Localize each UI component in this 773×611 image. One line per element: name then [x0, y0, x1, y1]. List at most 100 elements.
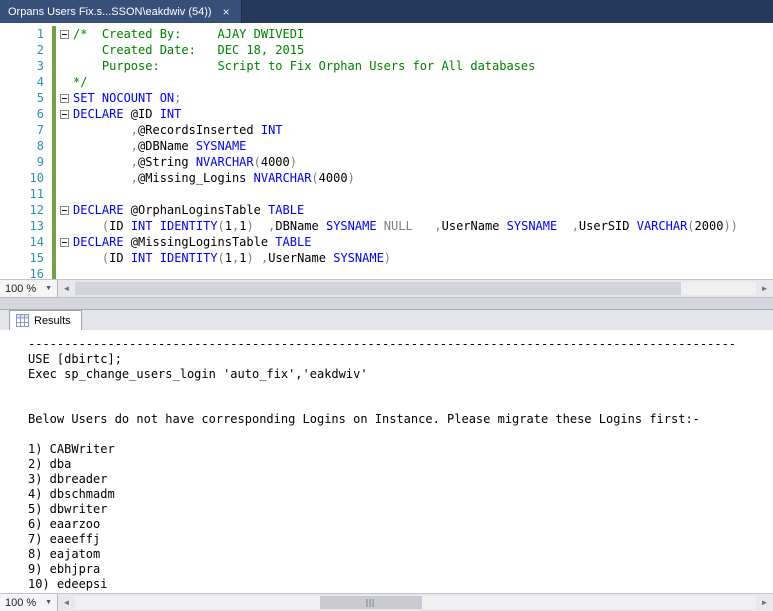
line-number: 8: [0, 138, 48, 154]
code-text: ,@Missing_Logins NVARCHAR(4000): [73, 170, 355, 186]
results-line: [28, 382, 773, 397]
code-text: */: [73, 74, 87, 90]
results-output: ----------------------------------------…: [28, 337, 773, 592]
code-line[interactable]: 16: [0, 266, 773, 279]
results-line: 7) eaeeffj: [28, 532, 773, 547]
tab-results-label: Results: [34, 315, 71, 327]
change-tracking-bar: [52, 122, 56, 138]
fold-collapse-icon[interactable]: [60, 206, 69, 215]
editor-scrollbar-row: 100 % ▼ ◄ ►: [0, 279, 773, 297]
code-text: ,@DBName SYSNAME: [73, 138, 246, 154]
change-tracking-bar: [52, 186, 56, 202]
results-line: [28, 397, 773, 412]
line-number: 7: [0, 122, 48, 138]
fold-collapse-icon[interactable]: [60, 110, 69, 119]
results-line: USE [dbirtc];: [28, 352, 773, 367]
fold-column: [56, 94, 73, 103]
editor-hscroll-track[interactable]: [75, 282, 756, 295]
results-hscroll-track[interactable]: [75, 596, 756, 609]
results-line: 4) dbschmadm: [28, 487, 773, 502]
scroll-left-button[interactable]: ◄: [58, 594, 75, 611]
chevron-down-icon: ▼: [45, 599, 52, 606]
line-number: 6: [0, 106, 48, 122]
close-icon[interactable]: ×: [221, 6, 232, 18]
tab-results[interactable]: Results: [9, 310, 82, 330]
code-line[interactable]: 11: [0, 186, 773, 202]
results-line: 5) dbwriter: [28, 502, 773, 517]
fold-collapse-icon[interactable]: [60, 30, 69, 39]
line-number: 15: [0, 250, 48, 266]
results-line: 1) CABWriter: [28, 442, 773, 457]
line-number: 4: [0, 74, 48, 90]
code-text: DECLARE @ID INT: [73, 106, 181, 122]
pane-splitter[interactable]: [0, 297, 773, 309]
fold-collapse-icon[interactable]: [60, 94, 69, 103]
code-text: SET NOCOUNT ON;: [73, 90, 181, 106]
results-tabstrip: Results: [0, 309, 773, 330]
scroll-right-icon: ►: [761, 284, 769, 293]
code-text: DECLARE @MissingLoginsTable TABLE: [73, 234, 311, 250]
code-line[interactable]: 13 (ID INT IDENTITY(1,1) ,DBName SYSNAME…: [0, 218, 773, 234]
code-line[interactable]: 10 ,@Missing_Logins NVARCHAR(4000): [0, 170, 773, 186]
code-line[interactable]: 5SET NOCOUNT ON;: [0, 90, 773, 106]
change-tracking-bar: [52, 154, 56, 170]
scroll-right-icon: ►: [761, 598, 769, 607]
code-text: DECLARE @OrphanLoginsTable TABLE: [73, 202, 304, 218]
change-tracking-bar: [52, 42, 56, 58]
change-tracking-bar: [52, 266, 56, 279]
change-tracking-bar: [52, 218, 56, 234]
code-line[interactable]: 1/* Created By: AJAY DWIVEDI: [0, 26, 773, 42]
editor-hscroll-thumb[interactable]: [75, 282, 681, 295]
code-text: Purpose: Script to Fix Orphan Users for …: [73, 58, 535, 74]
line-number: 14: [0, 234, 48, 250]
results-scrollbar-row: 100 % ▼ ◄ ►: [0, 593, 773, 611]
fold-column: [56, 30, 73, 39]
code-line[interactable]: 7 ,@RecordsInserted INT: [0, 122, 773, 138]
results-line: [28, 427, 773, 442]
document-tabbar: Orpans Users Fix.s...SSON\eakdwiv (54)) …: [0, 0, 773, 23]
editor-zoom-value: 100 %: [5, 283, 36, 295]
code-text: /* Created By: AJAY DWIVEDI: [73, 26, 304, 42]
results-pane[interactable]: ----------------------------------------…: [0, 330, 773, 593]
line-number: 12: [0, 202, 48, 218]
results-grid-icon: [16, 314, 29, 327]
code-line[interactable]: 14 DECLARE @MissingLoginsTable TABLE: [0, 234, 773, 250]
code-line[interactable]: 15 (ID INT IDENTITY(1,1) ,UserName SYSNA…: [0, 250, 773, 266]
document-tab[interactable]: Orpans Users Fix.s...SSON\eakdwiv (54)) …: [0, 0, 242, 23]
code-text: (ID INT IDENTITY(1,1) ,DBName SYSNAME NU…: [73, 218, 738, 234]
change-tracking-bar: [52, 74, 56, 90]
chevron-down-icon: ▼: [45, 285, 52, 292]
scroll-right-button[interactable]: ►: [756, 280, 773, 297]
editor-zoom-select[interactable]: 100 % ▼: [0, 280, 58, 297]
results-line: 8) eajatom: [28, 547, 773, 562]
scroll-left-button[interactable]: ◄: [58, 280, 75, 297]
fold-column: [56, 238, 73, 247]
code-line[interactable]: 8 ,@DBName SYSNAME: [0, 138, 773, 154]
scroll-right-button[interactable]: ►: [756, 594, 773, 611]
line-number: 9: [0, 154, 48, 170]
fold-column: [56, 110, 73, 119]
results-line: 2) dba: [28, 457, 773, 472]
code-editor[interactable]: 1/* Created By: AJAY DWIVEDI2 Created Da…: [0, 23, 773, 279]
results-zoom-value: 100 %: [5, 597, 36, 609]
code-line[interactable]: 9 ,@String NVARCHAR(4000): [0, 154, 773, 170]
fold-collapse-icon[interactable]: [60, 238, 69, 247]
ssms-window: Orpans Users Fix.s...SSON\eakdwiv (54)) …: [0, 0, 773, 611]
results-zoom-select[interactable]: 100 % ▼: [0, 594, 58, 611]
document-tab-title: Orpans Users Fix.s...SSON\eakdwiv (54)): [8, 6, 212, 18]
results-hscroll-thumb[interactable]: [320, 596, 422, 609]
code-line[interactable]: 3 Purpose: Script to Fix Orphan Users fo…: [0, 58, 773, 74]
code-lines: 1/* Created By: AJAY DWIVEDI2 Created Da…: [0, 26, 773, 279]
code-line[interactable]: 12 DECLARE @OrphanLoginsTable TABLE: [0, 202, 773, 218]
change-tracking-bar: [52, 138, 56, 154]
code-text: ,@RecordsInserted INT: [73, 122, 283, 138]
code-text: (ID INT IDENTITY(1,1) ,UserName SYSNAME): [73, 250, 391, 266]
code-line[interactable]: 2 Created Date: DEC 18, 2015: [0, 42, 773, 58]
code-line[interactable]: 4 */: [0, 74, 773, 90]
line-number: 10: [0, 170, 48, 186]
code-line[interactable]: 6 DECLARE @ID INT: [0, 106, 773, 122]
scrollbar-grip-icon: [367, 599, 376, 607]
results-line: 10) edeepsi: [28, 577, 773, 592]
code-text: ,@String NVARCHAR(4000): [73, 154, 297, 170]
results-line: ----------------------------------------…: [28, 337, 773, 352]
